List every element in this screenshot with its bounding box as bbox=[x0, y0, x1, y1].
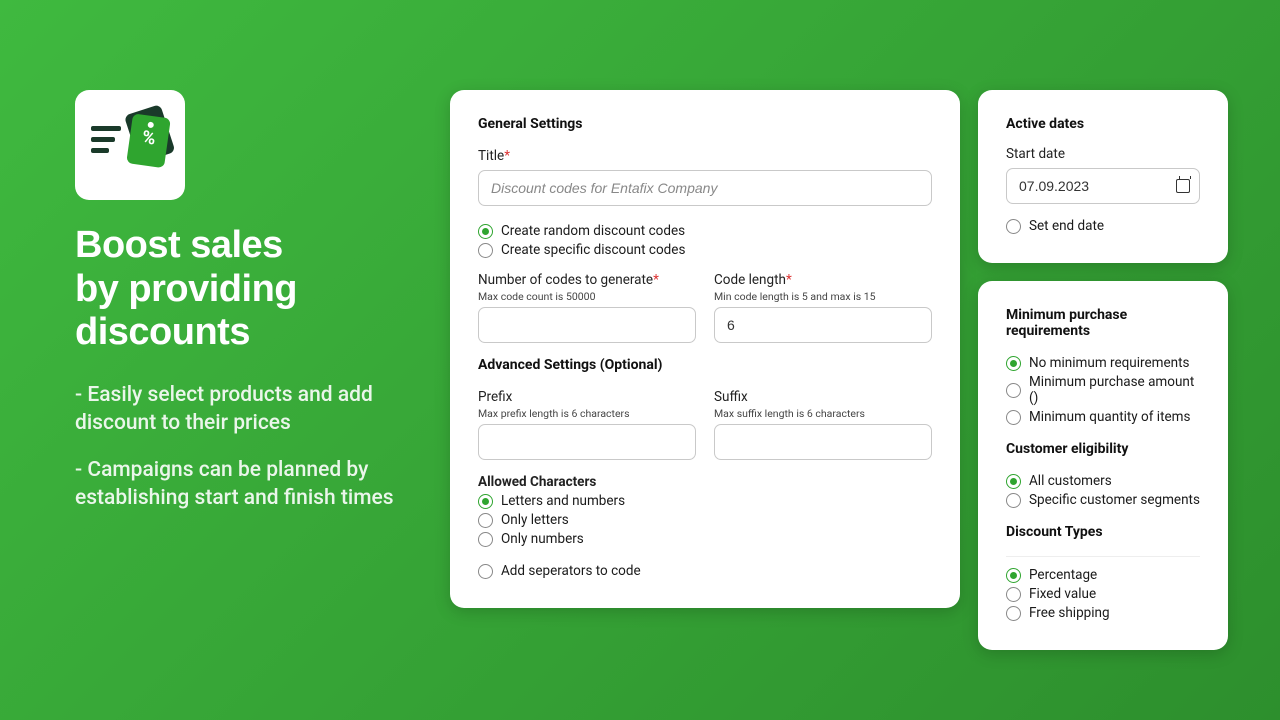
radio-icon bbox=[478, 243, 493, 258]
radio-customer-segments[interactable]: Specific customer segments bbox=[1006, 492, 1200, 508]
radio-label: No minimum requirements bbox=[1029, 355, 1189, 371]
num-codes-input[interactable] bbox=[478, 307, 696, 343]
radio-icon bbox=[1006, 568, 1021, 583]
radio-icon bbox=[478, 224, 493, 239]
dates-heading: Active dates bbox=[1006, 116, 1200, 132]
prefix-suffix-row: Prefix Max prefix length is 6 characters… bbox=[478, 389, 932, 460]
radio-label: Only numbers bbox=[501, 531, 584, 547]
general-settings-card: General Settings Title* Create random di… bbox=[450, 90, 960, 608]
radio-icon bbox=[1006, 219, 1021, 234]
radio-icon bbox=[1006, 587, 1021, 602]
radio-icon bbox=[478, 532, 493, 547]
radio-icon bbox=[1006, 493, 1021, 508]
general-heading: General Settings bbox=[478, 116, 932, 132]
radio-label: All customers bbox=[1029, 473, 1112, 489]
radio-fixed-value[interactable]: Fixed value bbox=[1006, 586, 1200, 602]
radio-label: Minimum quantity of items bbox=[1029, 409, 1190, 425]
num-codes-label: Number of codes to generate* bbox=[478, 272, 696, 288]
radio-label: Create random discount codes bbox=[501, 223, 685, 239]
advanced-heading: Advanced Settings (Optional) bbox=[478, 357, 932, 373]
radio-all-customers[interactable]: All customers bbox=[1006, 473, 1200, 489]
radio-label: Set end date bbox=[1029, 218, 1104, 234]
calendar-icon bbox=[1176, 179, 1190, 193]
eligibility-heading: Customer eligibility bbox=[1006, 441, 1200, 457]
app-logo bbox=[75, 90, 185, 200]
radio-icon bbox=[1006, 410, 1021, 425]
allowed-chars-heading: Allowed Characters bbox=[478, 474, 932, 490]
radio-label: Only letters bbox=[501, 512, 569, 528]
active-dates-card: Active dates Start date Set end date bbox=[978, 90, 1228, 263]
form-column: General Settings Title* Create random di… bbox=[450, 90, 1228, 680]
radio-label: Letters and numbers bbox=[501, 493, 625, 509]
radio-letters-numbers[interactable]: Letters and numbers bbox=[478, 493, 932, 509]
start-date-input[interactable] bbox=[1006, 168, 1200, 204]
radio-icon bbox=[1006, 383, 1021, 398]
suffix-hint: Max suffix length is 6 characters bbox=[714, 407, 932, 420]
suffix-input[interactable] bbox=[714, 424, 932, 460]
purchase-heading: Minimum purchase requirements bbox=[1006, 307, 1200, 339]
code-params-row: Number of codes to generate* Max code co… bbox=[478, 272, 932, 343]
radio-add-separators[interactable]: Add seperators to code bbox=[478, 563, 932, 579]
radio-icon bbox=[478, 564, 493, 579]
radio-label: Fixed value bbox=[1029, 586, 1096, 602]
code-length-input[interactable] bbox=[714, 307, 932, 343]
radio-set-end-date[interactable]: Set end date bbox=[1006, 218, 1200, 234]
side-cards: Active dates Start date Set end date Min… bbox=[978, 90, 1228, 650]
radio-no-min[interactable]: No minimum requirements bbox=[1006, 355, 1200, 371]
radio-only-numbers[interactable]: Only numbers bbox=[478, 531, 932, 547]
radio-icon bbox=[1006, 606, 1021, 621]
tag-percent-icon bbox=[126, 113, 171, 168]
logo-lines-icon bbox=[91, 126, 125, 159]
start-date-label: Start date bbox=[1006, 146, 1200, 162]
hero-headline: Boost sales by providing discounts bbox=[75, 224, 415, 355]
radio-label: Create specific discount codes bbox=[501, 242, 685, 258]
radio-min-qty[interactable]: Minimum quantity of items bbox=[1006, 409, 1200, 425]
prefix-input[interactable] bbox=[478, 424, 696, 460]
hero-bullet-1: - Easily select products and add discoun… bbox=[75, 381, 415, 438]
radio-icon bbox=[1006, 474, 1021, 489]
num-codes-hint: Max code count is 50000 bbox=[478, 290, 696, 303]
prefix-hint: Max prefix length is 6 characters bbox=[478, 407, 696, 420]
hero-bullet-2: - Campaigns can be planned by establishi… bbox=[75, 456, 415, 513]
radio-label: Add seperators to code bbox=[501, 563, 641, 579]
prefix-label: Prefix bbox=[478, 389, 696, 405]
marketing-column: Boost sales by providing discounts - Eas… bbox=[75, 90, 415, 680]
radio-free-shipping[interactable]: Free shipping bbox=[1006, 605, 1200, 621]
radio-create-specific[interactable]: Create specific discount codes bbox=[478, 242, 932, 258]
radio-label: Free shipping bbox=[1029, 605, 1110, 621]
title-label: Title* bbox=[478, 148, 932, 164]
radio-percentage[interactable]: Percentage bbox=[1006, 567, 1200, 583]
code-length-label: Code length* bbox=[714, 272, 932, 288]
radio-label: Percentage bbox=[1029, 567, 1097, 583]
radio-icon bbox=[1006, 356, 1021, 371]
requirements-card: Minimum purchase requirements No minimum… bbox=[978, 281, 1228, 650]
title-input[interactable] bbox=[478, 170, 932, 206]
code-length-hint: Min code length is 5 and max is 15 bbox=[714, 290, 932, 303]
title-label-text: Title bbox=[478, 148, 504, 164]
page: Boost sales by providing discounts - Eas… bbox=[0, 0, 1280, 720]
radio-label: Specific customer segments bbox=[1029, 492, 1200, 508]
radio-label: Minimum purchase amount () bbox=[1029, 374, 1200, 406]
suffix-label: Suffix bbox=[714, 389, 932, 405]
radio-min-amount[interactable]: Minimum purchase amount () bbox=[1006, 374, 1200, 406]
required-asterisk: * bbox=[504, 148, 510, 164]
divider bbox=[1006, 556, 1200, 557]
radio-icon bbox=[478, 513, 493, 528]
radio-icon bbox=[478, 494, 493, 509]
discount-types-heading: Discount Types bbox=[1006, 524, 1200, 540]
radio-create-random[interactable]: Create random discount codes bbox=[478, 223, 932, 239]
radio-only-letters[interactable]: Only letters bbox=[478, 512, 932, 528]
